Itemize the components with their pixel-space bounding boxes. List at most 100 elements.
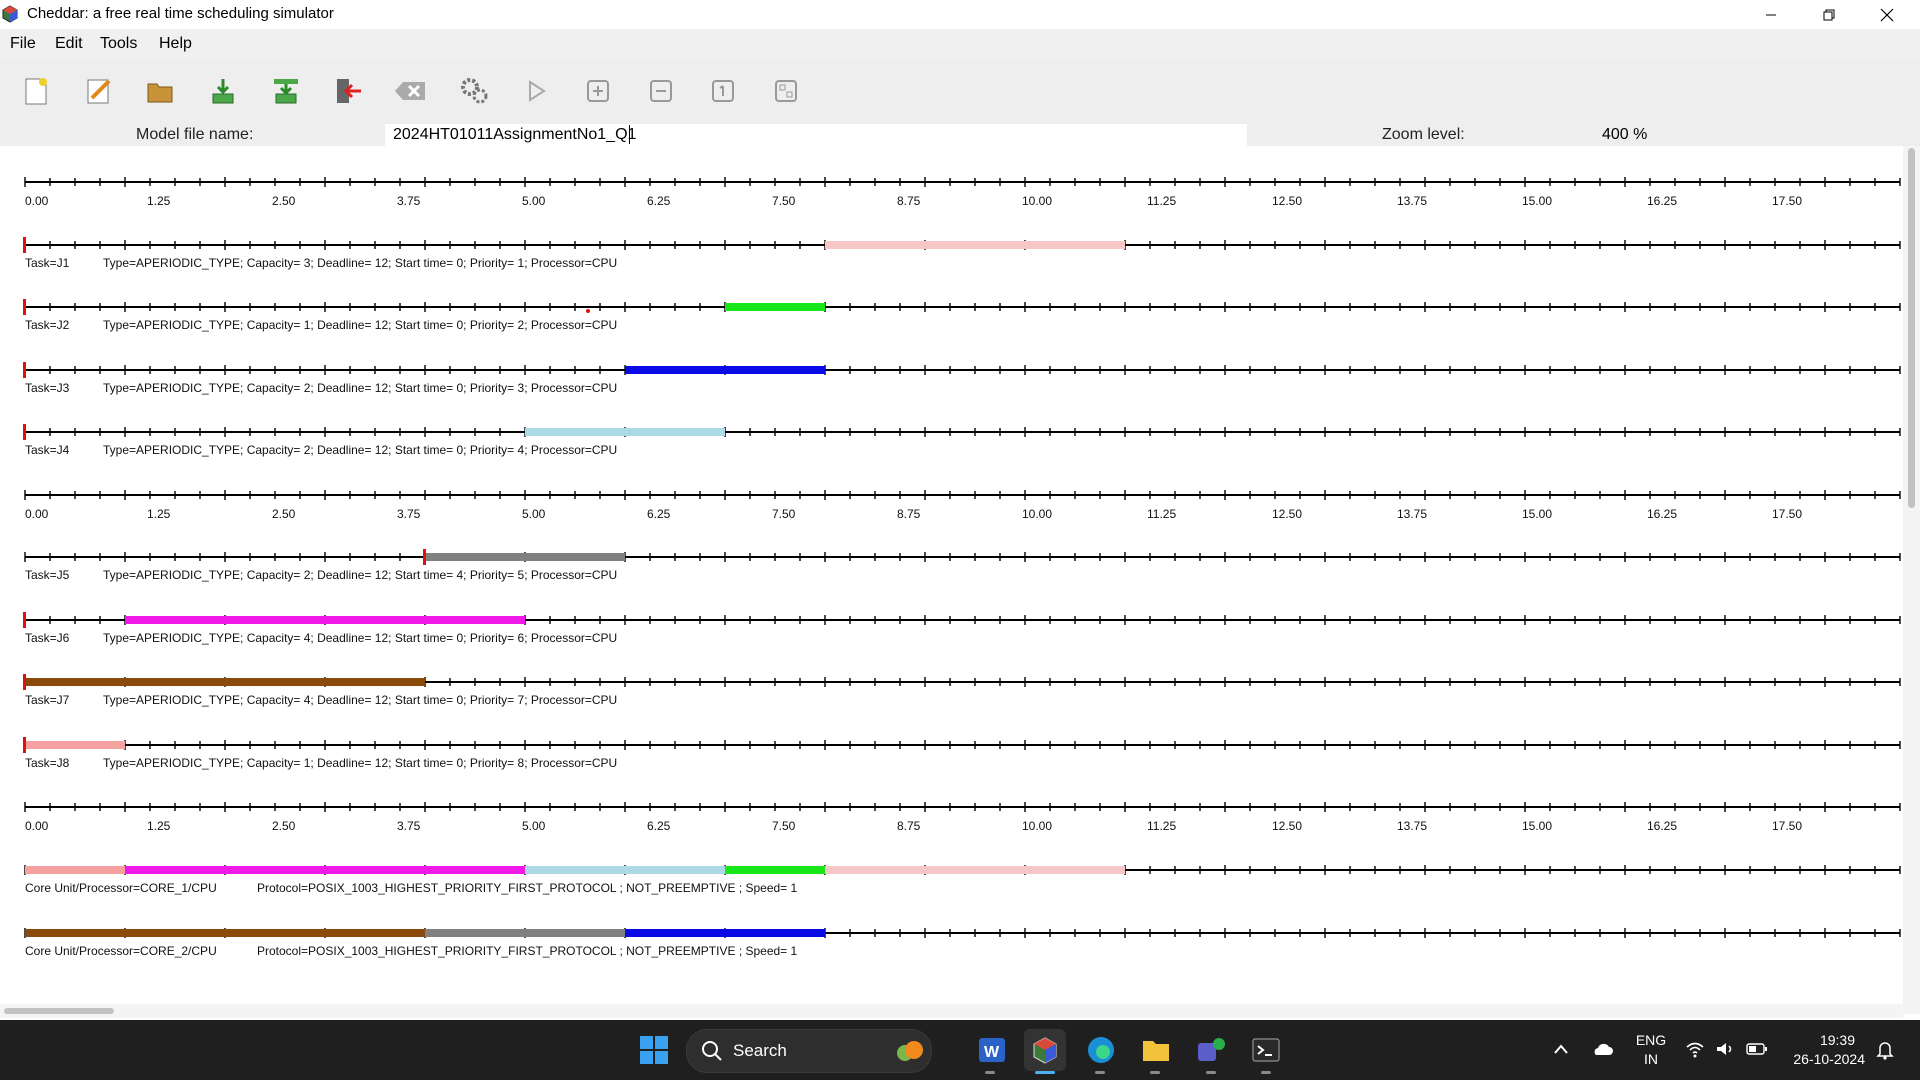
event-marker xyxy=(586,309,590,313)
search-icon xyxy=(702,1041,722,1061)
open-folder-icon xyxy=(147,83,173,103)
word-app-button[interactable]: W xyxy=(970,1029,1012,1071)
restore-button[interactable] xyxy=(1800,0,1858,29)
menu-tools[interactable]: Tools xyxy=(100,35,137,53)
task-execution-bar xyxy=(25,678,425,686)
volume-icon[interactable] xyxy=(1715,1040,1735,1058)
folder-icon xyxy=(1143,1041,1169,1061)
axis-tick-label: 3.75 xyxy=(397,194,421,208)
task-execution-bar xyxy=(625,366,825,374)
language-indicator[interactable]: ENG xyxy=(1633,1032,1669,1048)
task-execution-bar xyxy=(125,616,525,624)
terminal-app-button[interactable] xyxy=(1245,1029,1287,1071)
notification-bell-icon[interactable] xyxy=(1876,1040,1894,1060)
wifi-icon[interactable] xyxy=(1685,1040,1705,1058)
running-indicator xyxy=(1261,1071,1271,1074)
axis-tick-label: 11.25 xyxy=(1147,819,1176,833)
menu-help[interactable]: Help xyxy=(159,35,192,53)
menu-edit[interactable]: Edit xyxy=(55,35,83,53)
file-explorer-button[interactable] xyxy=(1135,1029,1177,1071)
start-button[interactable] xyxy=(633,1029,675,1071)
axis-tick-label: 16.25 xyxy=(1647,819,1677,833)
axis-tick-label: 7.50 xyxy=(772,819,796,833)
core-name-label: Core Unit/Processor=CORE_2/CPU xyxy=(25,944,217,958)
axis-tick-label: 16.25 xyxy=(1647,194,1677,208)
export-icon xyxy=(274,79,298,104)
settings-button[interactable] xyxy=(456,73,492,109)
horizontal-scrollbar[interactable] xyxy=(0,1004,1903,1018)
task-execution-bar xyxy=(425,553,625,561)
zoom-reset-button[interactable] xyxy=(705,73,741,109)
axis-tick-label: 2.50 xyxy=(272,194,296,208)
vertical-scroll-thumb[interactable] xyxy=(1908,148,1915,508)
axis-tick-label: 8.75 xyxy=(897,507,921,521)
clock-time[interactable]: 19:39 xyxy=(1785,1032,1855,1048)
task-execution-bar xyxy=(525,428,725,436)
close-button[interactable] xyxy=(1858,0,1916,29)
task-execution-bar xyxy=(725,303,825,311)
search-placeholder: Search xyxy=(733,1041,787,1060)
battery-icon[interactable] xyxy=(1746,1041,1768,1057)
task-name-label: Task=J7 xyxy=(25,693,70,707)
teams-app-button[interactable] xyxy=(1190,1029,1232,1071)
cloud-icon[interactable] xyxy=(1590,1040,1614,1058)
edge-icon xyxy=(1088,1037,1114,1063)
axis-tick-label: 5.00 xyxy=(522,194,546,208)
axis-tick-label: 12.50 xyxy=(1272,507,1302,521)
core-execution-bar xyxy=(125,866,525,874)
clear-icon xyxy=(395,82,425,100)
task-details-label: Type=APERIODIC_TYPE; Capacity= 1; Deadli… xyxy=(103,756,617,770)
new-file-button[interactable] xyxy=(18,73,54,109)
taskbar-search[interactable]: Search xyxy=(686,1029,932,1073)
core-execution-bar xyxy=(425,929,625,937)
axis-tick-label: 11.25 xyxy=(1147,507,1176,521)
export-button[interactable] xyxy=(268,73,304,109)
axis-tick-label: 1.25 xyxy=(147,819,171,833)
edge-app-button[interactable] xyxy=(1080,1029,1122,1071)
task-release-marker xyxy=(23,737,26,753)
chevron-up-icon[interactable] xyxy=(1553,1042,1569,1056)
edit-button[interactable] xyxy=(81,73,117,109)
task-details-label: Type=APERIODIC_TYPE; Capacity= 2; Deadli… xyxy=(103,381,617,395)
exit-button[interactable] xyxy=(330,73,366,109)
task-details-label: Type=APERIODIC_TYPE; Capacity= 4; Deadli… xyxy=(103,693,617,707)
axis-tick-label: 6.25 xyxy=(647,507,671,521)
menu-file[interactable]: File xyxy=(10,35,36,53)
axis-tick-label: 8.75 xyxy=(897,194,921,208)
axis-tick-label: 10.00 xyxy=(1022,819,1052,833)
core-execution-bar xyxy=(25,929,425,937)
settings-icon xyxy=(461,78,488,104)
active-indicator xyxy=(1035,1071,1055,1074)
task-name-label: Task=J6 xyxy=(25,631,70,645)
save-icon xyxy=(212,79,234,104)
run-button[interactable] xyxy=(518,73,554,109)
toolbar xyxy=(0,59,1920,127)
axis-tick-label: 17.50 xyxy=(1772,194,1802,208)
core-name-label: Core Unit/Processor=CORE_1/CPU xyxy=(25,881,217,895)
model-file-field[interactable]: 2024HT01011AssignmentNo1_Q1 xyxy=(385,124,1247,146)
clear-button[interactable] xyxy=(392,73,428,109)
task-release-marker xyxy=(23,299,26,315)
zoom-out-button[interactable] xyxy=(643,73,679,109)
axis-tick-label: 15.00 xyxy=(1522,194,1552,208)
task-details-label: Type=APERIODIC_TYPE; Capacity= 2; Deadli… xyxy=(103,443,617,457)
terminal-icon xyxy=(1252,1038,1280,1062)
task-details-label: Type=APERIODIC_TYPE; Capacity= 4; Deadli… xyxy=(103,631,617,645)
clock-date[interactable]: 26-10-2024 xyxy=(1775,1051,1865,1067)
region-indicator[interactable]: IN xyxy=(1633,1051,1669,1067)
zoom-in-button[interactable] xyxy=(580,73,616,109)
vertical-scrollbar[interactable] xyxy=(1903,146,1920,1014)
horizontal-scroll-thumb[interactable] xyxy=(4,1008,114,1014)
axis-tick-label: 8.75 xyxy=(897,819,921,833)
teams-icon xyxy=(1198,1038,1225,1061)
save-button[interactable] xyxy=(205,73,241,109)
open-folder-button[interactable] xyxy=(142,73,178,109)
zoom-level-label: Zoom level: xyxy=(1382,126,1465,143)
taskbar: Search W ENG IN 19:39 26-10-2024 xyxy=(0,1020,1920,1080)
minimize-button[interactable] xyxy=(1742,0,1800,29)
cheddar-app-button[interactable] xyxy=(1024,1029,1066,1071)
file-info-bar: Model file name: 2024HT01011AssignmentNo… xyxy=(0,122,1920,146)
axis-tick-label: 7.50 xyxy=(772,507,796,521)
fit-button[interactable] xyxy=(768,73,804,109)
axis-tick-label: 3.75 xyxy=(397,819,421,833)
